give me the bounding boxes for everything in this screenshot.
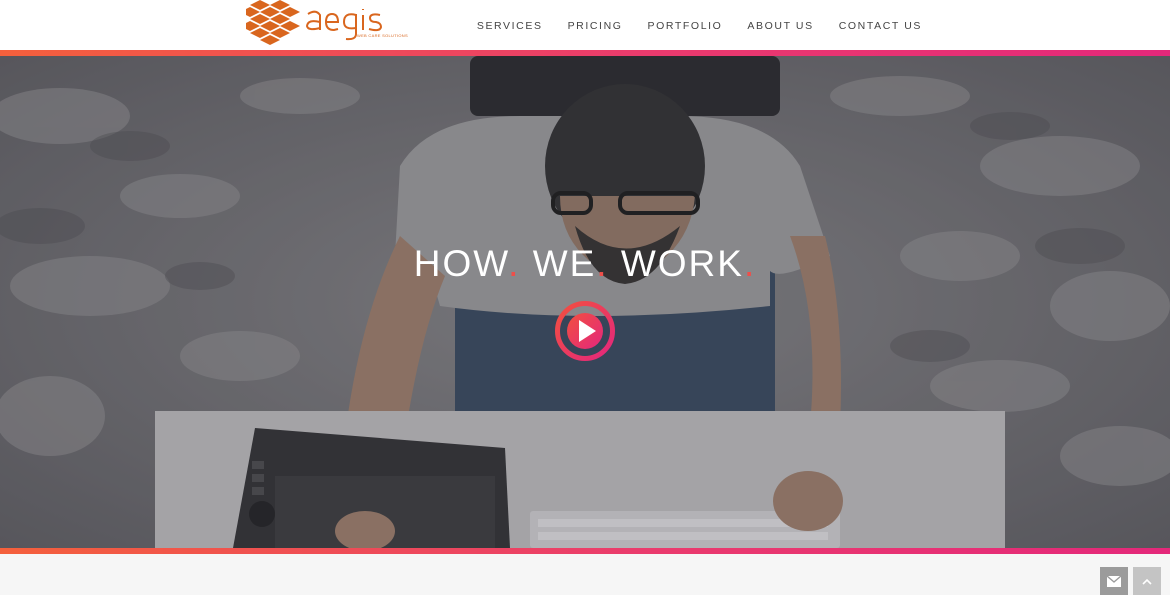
aegis-logo-graphic bbox=[246, 0, 383, 45]
nav-portfolio[interactable]: PORTFOLIO bbox=[648, 20, 723, 32]
site-header: WEB CARE SOLUTIONS SERVICES PRICING PORT… bbox=[0, 0, 1170, 50]
play-icon bbox=[555, 301, 615, 361]
hero-title-dot-3: . bbox=[743, 243, 757, 284]
hero-title-word-2: WE bbox=[532, 243, 597, 284]
play-video-button[interactable] bbox=[554, 300, 616, 362]
chevron-up-icon bbox=[1142, 578, 1152, 585]
nav-services[interactable]: SERVICES bbox=[477, 20, 543, 32]
nav-contact-us[interactable]: CONTACT US bbox=[839, 20, 922, 32]
contact-mail-button[interactable] bbox=[1100, 567, 1128, 595]
aegis-logo[interactable]: WEB CARE SOLUTIONS bbox=[246, 0, 408, 48]
below-hero-section bbox=[0, 554, 1170, 595]
nav-pricing[interactable]: PRICING bbox=[568, 20, 623, 32]
hero-title-dot-1: . bbox=[508, 243, 521, 284]
back-to-top-button[interactable] bbox=[1133, 567, 1161, 595]
nav-about-us[interactable]: ABOUT US bbox=[747, 20, 813, 32]
hero-title-word-1: HOW bbox=[413, 243, 509, 284]
envelope-icon bbox=[1107, 575, 1121, 587]
hero-title: HOW. WE. WORK. bbox=[0, 242, 1170, 286]
logo-tagline: WEB CARE SOLUTIONS bbox=[357, 33, 408, 38]
hero-section: HOW. WE. WORK. bbox=[0, 56, 1170, 548]
main-nav: SERVICES PRICING PORTFOLIO ABOUT US CONT… bbox=[452, 20, 922, 32]
hero-title-dot-2: . bbox=[596, 243, 609, 284]
hero-title-word-3: WORK bbox=[620, 243, 744, 284]
